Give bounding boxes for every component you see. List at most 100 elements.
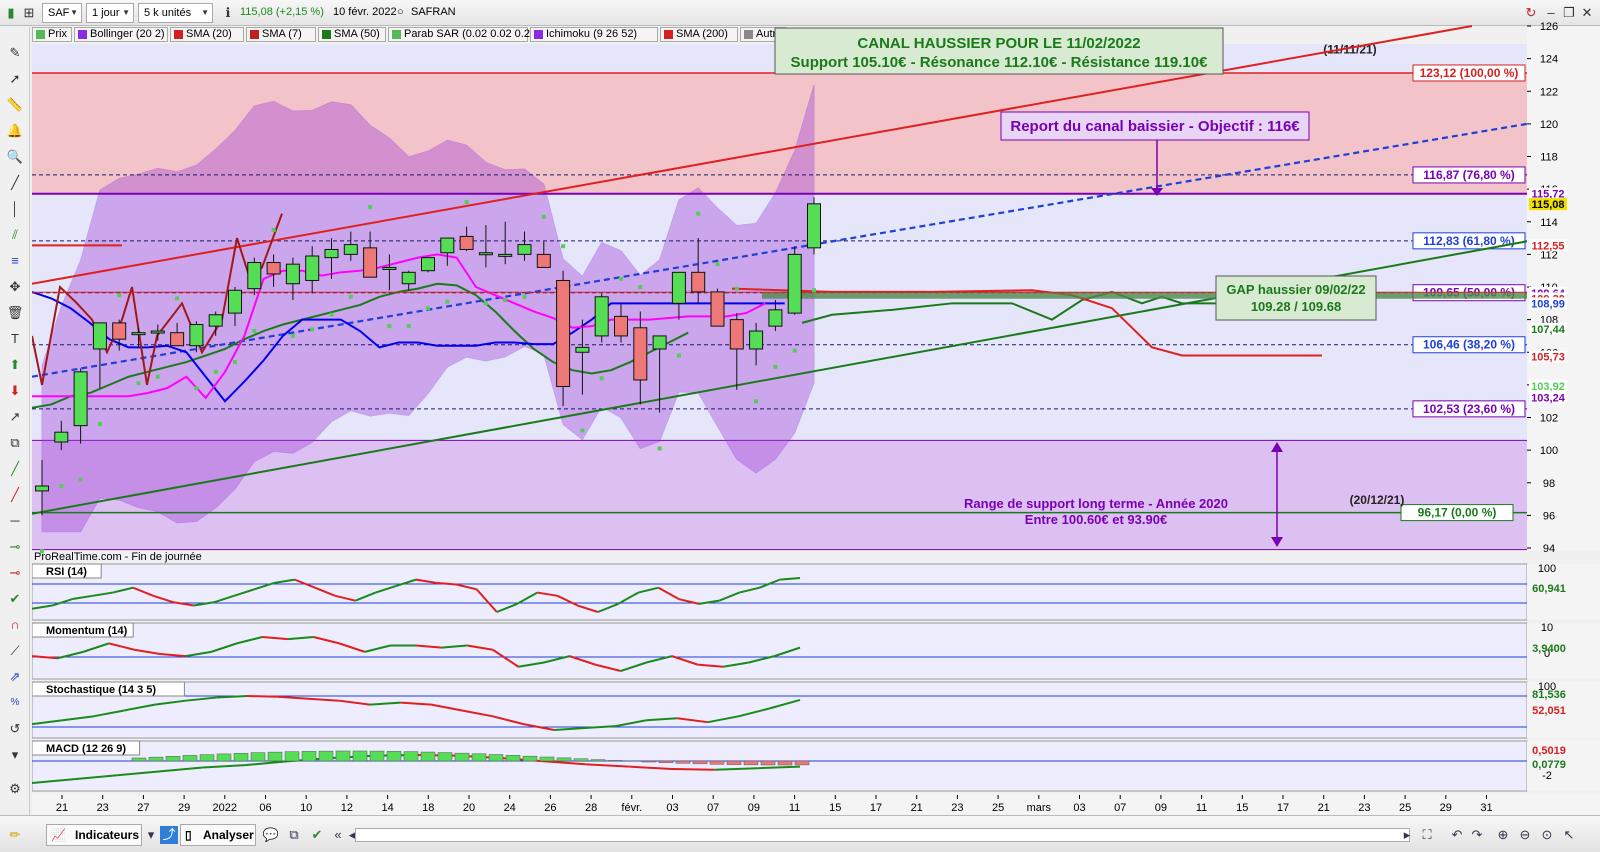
vertical-line-icon[interactable]: │: [5, 199, 25, 219]
subpanel-value: 3,9400: [1532, 643, 1566, 655]
comment-icon[interactable]: 💬: [262, 826, 280, 844]
sar-dot: [175, 296, 180, 301]
sar-dot: [213, 369, 218, 374]
macd-histogram-bar: [607, 760, 623, 762]
macd-histogram-bar: [148, 756, 164, 762]
candle-body: [440, 237, 455, 254]
chevron-down-icon[interactable]: ▾: [142, 826, 160, 844]
subpanel-axis-label: 10: [1541, 622, 1553, 634]
candle-body: [517, 244, 532, 255]
node-icon[interactable]: ⟋: [5, 641, 25, 661]
percent-icon[interactable]: %: [5, 693, 25, 713]
alert-bell-icon[interactable]: 🔔: [5, 121, 25, 141]
channel-tool-icon[interactable]: ⫽: [5, 225, 25, 245]
fullscreen-icon[interactable]: ⛶: [1418, 826, 1436, 844]
sar-dot: [657, 446, 662, 451]
zoom-out-icon[interactable]: ⊖: [1516, 826, 1534, 844]
arrow-tool-icon[interactable]: ↗: [5, 407, 25, 427]
copy-icon[interactable]: ⧉: [5, 433, 25, 453]
magnet-icon[interactable]: ∩: [5, 615, 25, 635]
price-tag: 103,24: [1531, 392, 1566, 404]
time-scrollbar[interactable]: [355, 828, 1410, 842]
sar-dot: [792, 348, 797, 353]
date-axis-label: 07: [707, 802, 719, 814]
sar-dot: [387, 324, 392, 329]
cursor-mode-icon[interactable]: ↖: [1560, 826, 1578, 844]
resistance-icon[interactable]: ⊸: [5, 563, 25, 583]
macd-histogram-bar: [709, 760, 725, 765]
candle-body: [459, 235, 474, 250]
subpanel-series-segment: [671, 768, 715, 771]
candle-body: [671, 271, 686, 304]
macd-histogram-bar: [318, 750, 334, 762]
subpanel-label: MACD (12 26 9): [46, 743, 126, 755]
macd-histogram-bar: [573, 758, 589, 762]
scroll-right-icon[interactable]: ▸: [1398, 826, 1416, 844]
red-line-icon[interactable]: ╱: [5, 485, 25, 505]
candle-body: [363, 247, 378, 278]
subpanel-signal-value: 0,5019: [1532, 745, 1566, 757]
trend-icon[interactable]: ⇗: [5, 667, 25, 687]
price-axis-label: 94: [1543, 543, 1555, 555]
zoom-in-icon[interactable]: ⊕: [1494, 826, 1512, 844]
subpanel-axis-label: 100: [1538, 563, 1556, 575]
zoom-reset-icon[interactable]: ⊙: [1538, 826, 1556, 844]
sar-dot: [483, 301, 488, 306]
macd-histogram-bar: [539, 756, 555, 762]
gear-icon[interactable]: ⚙: [5, 779, 25, 799]
source-label: ProRealTime.com - Fin de journée: [34, 551, 202, 563]
sar-dot: [271, 227, 276, 232]
fibonacci-icon[interactable]: ≡: [5, 251, 25, 271]
sar-dot: [117, 293, 122, 298]
sar-dot: [696, 211, 701, 216]
screener-icon[interactable]: ✔: [308, 826, 326, 844]
buy-arrow-icon[interactable]: ⬆: [5, 355, 25, 375]
candle-body: [73, 371, 88, 427]
sell-arrow-icon[interactable]: ⬇: [5, 381, 25, 401]
chart-type-icon[interactable]: ▮: [2, 4, 20, 22]
cursor-icon[interactable]: ➚: [5, 69, 25, 89]
date-axis-label: 11: [1196, 802, 1207, 814]
candle-body: [691, 271, 706, 293]
candle-body: [729, 319, 744, 350]
subpanel-value: 81,536: [1532, 689, 1566, 701]
support-icon[interactable]: ⊸: [5, 537, 25, 557]
sar-dot: [426, 306, 430, 311]
share-icon[interactable]: ⤴: [160, 826, 178, 844]
style-icon[interactable]: ✏: [6, 826, 24, 844]
price-tag: 105,73: [1531, 352, 1565, 364]
delete-icon[interactable]: 🗑: [5, 303, 25, 323]
check-icon[interactable]: ✔: [5, 589, 25, 609]
layout-icon[interactable]: ⧉: [285, 826, 303, 844]
indicator-chart-icon: 📈: [51, 828, 66, 842]
date-axis-label: 21: [911, 802, 923, 814]
candle-body: [614, 315, 628, 337]
line-tool-icon[interactable]: ╱: [5, 173, 25, 193]
collapse-icon[interactable]: ▾: [5, 745, 25, 765]
macd-histogram-bar: [284, 751, 300, 762]
price-chart[interactable]: 123,12 (100,00 %)116,87 (76,80 %)112,83 …: [32, 0, 1600, 815]
redo-icon[interactable]: ↷: [1468, 826, 1486, 844]
date-axis-label: 29: [1440, 802, 1452, 814]
sar-dot: [522, 294, 527, 299]
green-line-icon[interactable]: ╱: [5, 459, 25, 479]
zoom-icon[interactable]: 🔍: [5, 147, 25, 167]
candle-body: [54, 431, 69, 443]
subpanel-background: [32, 563, 1528, 621]
text-tool-icon[interactable]: T: [5, 329, 25, 349]
move-icon[interactable]: ✥: [5, 277, 25, 297]
sar-dot: [619, 276, 623, 281]
indicators-button[interactable]: 📈 Indicateurs: [46, 824, 142, 846]
analyze-button[interactable]: ▯ Analyser: [180, 824, 256, 846]
subpanel-value: 0,0779: [1532, 759, 1566, 771]
candle-body: [421, 257, 435, 272]
date-axis-label: 2022: [213, 802, 237, 814]
pencil-icon[interactable]: ✎: [5, 43, 25, 63]
undo-tool-icon[interactable]: ↺: [5, 719, 25, 739]
horizontal-line-icon[interactable]: ─: [5, 511, 25, 531]
date-axis-label: 03: [666, 802, 678, 814]
undo-icon[interactable]: ↶: [1448, 826, 1466, 844]
subpanel-axis-label: -2: [1542, 770, 1552, 782]
ruler-icon[interactable]: 📏: [5, 95, 25, 115]
date-axis-label: 06: [259, 802, 271, 814]
